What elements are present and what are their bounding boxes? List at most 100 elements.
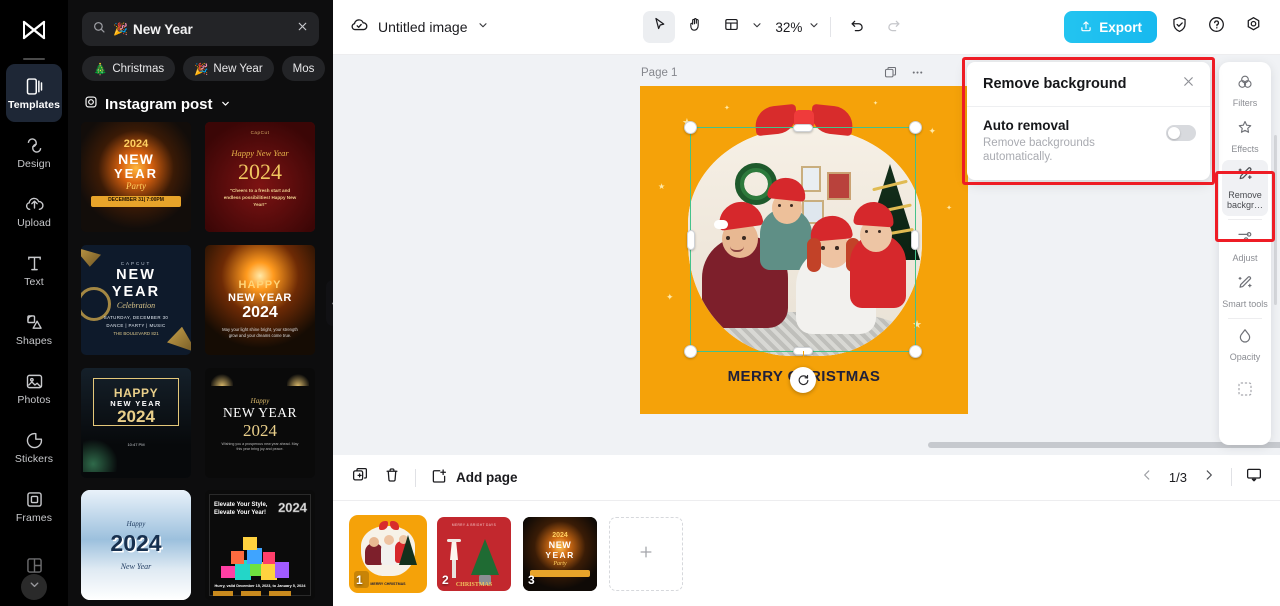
page-thumbnail-2[interactable]: MERRY & BRIGHT DAYS CHRISTMAS 2 bbox=[437, 517, 511, 591]
settings-button[interactable] bbox=[1238, 12, 1268, 42]
template-sub2: YEAR bbox=[113, 166, 159, 181]
right-rail-divider bbox=[1228, 318, 1262, 320]
page-tools bbox=[883, 65, 925, 85]
right-rail-scrollbar[interactable] bbox=[1274, 135, 1277, 305]
template-card[interactable]: HAPPY NEW YEAR 2024 10:47 PM bbox=[81, 367, 191, 478]
right-rail-item-adjust[interactable]: Adjust bbox=[1222, 223, 1268, 269]
template-card[interactable]: Happy NEW YEAR 2024 Wishing you a prospe… bbox=[205, 367, 315, 478]
redo-icon bbox=[885, 16, 902, 38]
duplicate-page-icon[interactable] bbox=[351, 466, 369, 489]
right-rail-item-remove-background[interactable]: Remove backgr… bbox=[1222, 160, 1268, 217]
filters-icon bbox=[1236, 73, 1254, 96]
shield-button[interactable] bbox=[1164, 12, 1194, 42]
template-sub1: Elevate Your Year! bbox=[214, 510, 267, 517]
right-rail-divider bbox=[1228, 219, 1262, 221]
sidebar-item-label: Stickers bbox=[14, 452, 54, 465]
right-rail-label: Smart tools bbox=[1222, 299, 1268, 310]
search-emoji: 🎉 bbox=[113, 22, 128, 36]
chip-emoji: 🎄 bbox=[93, 63, 108, 76]
chevron-down-icon[interactable] bbox=[808, 18, 820, 36]
sidebar-item-label: Photos bbox=[17, 393, 51, 406]
bow-decoration bbox=[753, 103, 855, 137]
chip-emoji: 🎉 bbox=[194, 63, 209, 76]
sidebar-item-text[interactable]: Text bbox=[6, 241, 62, 299]
page-thumbnail-3[interactable]: 2024 NEW YEAR Party 3 bbox=[523, 517, 597, 591]
right-rail-label: Opacity bbox=[1229, 352, 1261, 363]
upload-icon bbox=[24, 194, 45, 215]
remove-background-icon bbox=[1236, 165, 1254, 188]
effects-icon bbox=[1236, 119, 1254, 142]
right-rail-item-crop[interactable] bbox=[1222, 369, 1268, 415]
sidebar-item-stickers[interactable]: Stickers bbox=[6, 418, 62, 476]
template-title: NEW YEAR bbox=[222, 404, 298, 420]
page-thumbnail-1[interactable]: MERRY CHRISTMAS 1 bbox=[351, 517, 425, 591]
template-sub1: NEW YEAR bbox=[228, 291, 292, 304]
right-rail-item-opacity[interactable]: Opacity bbox=[1222, 322, 1268, 368]
template-card[interactable]: 2024 NEW YEAR Party DECEMBER 31| 7:00PM bbox=[81, 122, 191, 232]
sidebar-item-frames[interactable]: Frames bbox=[6, 477, 62, 535]
page-navigation: 1/3 bbox=[1135, 465, 1266, 489]
sidebar-expand-button[interactable] bbox=[21, 574, 47, 600]
template-card[interactable]: Happy 2024 New Year bbox=[81, 490, 191, 601]
chip-most-popular[interactable]: Mos bbox=[281, 56, 326, 81]
sidebar-item-templates[interactable]: Templates bbox=[6, 64, 62, 122]
page-number: 3 bbox=[528, 573, 535, 587]
template-card[interactable]: HAPPY NEW YEAR 2024 May your light shine… bbox=[205, 244, 315, 355]
family-photo[interactable] bbox=[688, 128, 922, 356]
right-rail: Filters Effects Remove backgr… Adjust Sm… bbox=[1219, 62, 1271, 445]
close-icon[interactable] bbox=[1181, 74, 1196, 94]
capcut-logo[interactable] bbox=[0, 8, 68, 52]
artboard[interactable]: ★ ★ ✦ ✦ ✦ ★ ✦ ✦ bbox=[640, 86, 968, 414]
close-icon[interactable] bbox=[296, 20, 309, 38]
template-sub1: Happy bbox=[250, 396, 270, 405]
chip-new-year[interactable]: 🎉 New Year bbox=[183, 56, 274, 81]
present-button[interactable] bbox=[1242, 465, 1266, 489]
document-title[interactable]: Untitled image bbox=[349, 15, 489, 40]
add-page-button[interactable]: Add page bbox=[430, 467, 518, 488]
sidebar-item-upload[interactable]: Upload bbox=[6, 182, 62, 240]
sidebar-item-photos[interactable]: Photos bbox=[6, 359, 62, 417]
template-card[interactable]: CAPCUT NEW YEAR Celebration SATURDAY, DE… bbox=[81, 244, 191, 355]
export-button[interactable]: Export bbox=[1064, 11, 1157, 43]
layout-tool-button[interactable] bbox=[715, 11, 747, 43]
zoom-level[interactable]: 32% bbox=[767, 20, 804, 35]
panel-collapse-handle[interactable] bbox=[326, 280, 333, 326]
chip-label: Mos bbox=[292, 62, 315, 75]
right-rail-item-effects[interactable]: Effects bbox=[1222, 114, 1268, 160]
topbar-right: Export bbox=[1064, 11, 1268, 43]
sidebar-item-shapes[interactable]: Shapes bbox=[6, 300, 62, 358]
template-card[interactable]: Elevate Your Style, Elevate Your Year! 2… bbox=[205, 490, 315, 601]
frames-icon bbox=[24, 489, 45, 510]
undo-button[interactable] bbox=[841, 11, 873, 43]
template-title: Elevate Your Style, bbox=[214, 502, 268, 509]
right-rail-item-filters[interactable]: Filters bbox=[1222, 68, 1268, 114]
sidebar-item-label: Shapes bbox=[15, 334, 53, 347]
next-page-button[interactable] bbox=[1197, 465, 1221, 489]
template-sub3: Hurry, valid December 15, 2023, to Janua… bbox=[214, 584, 306, 589]
prev-page-button[interactable] bbox=[1135, 465, 1159, 489]
template-sub1: YEAR bbox=[111, 283, 161, 300]
delete-icon[interactable] bbox=[383, 466, 401, 489]
sidebar-item-label: Upload bbox=[17, 216, 51, 229]
auto-removal-toggle[interactable] bbox=[1166, 125, 1196, 141]
help-button[interactable] bbox=[1201, 12, 1231, 42]
toolbar-divider bbox=[830, 17, 832, 37]
left-rail: Templates Design Upload Text Shapes Phot… bbox=[0, 0, 68, 606]
search-input[interactable]: 🎉 New Year bbox=[82, 12, 319, 46]
present-icon bbox=[1245, 466, 1263, 489]
hand-tool-button[interactable] bbox=[679, 11, 711, 43]
cursor-tool-button[interactable] bbox=[643, 11, 676, 43]
stickers-icon bbox=[24, 430, 45, 451]
chevron-down-icon[interactable] bbox=[751, 18, 763, 36]
redo-button[interactable] bbox=[877, 11, 909, 43]
chip-christmas[interactable]: 🎄 Christmas bbox=[82, 56, 176, 81]
sidebar-item-design[interactable]: Design bbox=[6, 123, 62, 181]
templates-panel: 🎉 New Year 🎄 Christmas 🎉 New Year Mos In… bbox=[68, 0, 333, 606]
more-horizontal-icon[interactable] bbox=[910, 65, 925, 85]
template-card[interactable]: CapCut Happy New Year 2024 "Cheers to a … bbox=[205, 122, 315, 232]
right-rail-item-smart-tools[interactable]: Smart tools bbox=[1222, 269, 1268, 315]
category-selector[interactable]: Instagram post bbox=[68, 81, 333, 122]
artboard-caption[interactable]: MERRY CHRISTMAS bbox=[640, 368, 968, 385]
duplicate-icon[interactable] bbox=[883, 65, 898, 85]
add-page-thumbnail[interactable] bbox=[609, 517, 683, 591]
